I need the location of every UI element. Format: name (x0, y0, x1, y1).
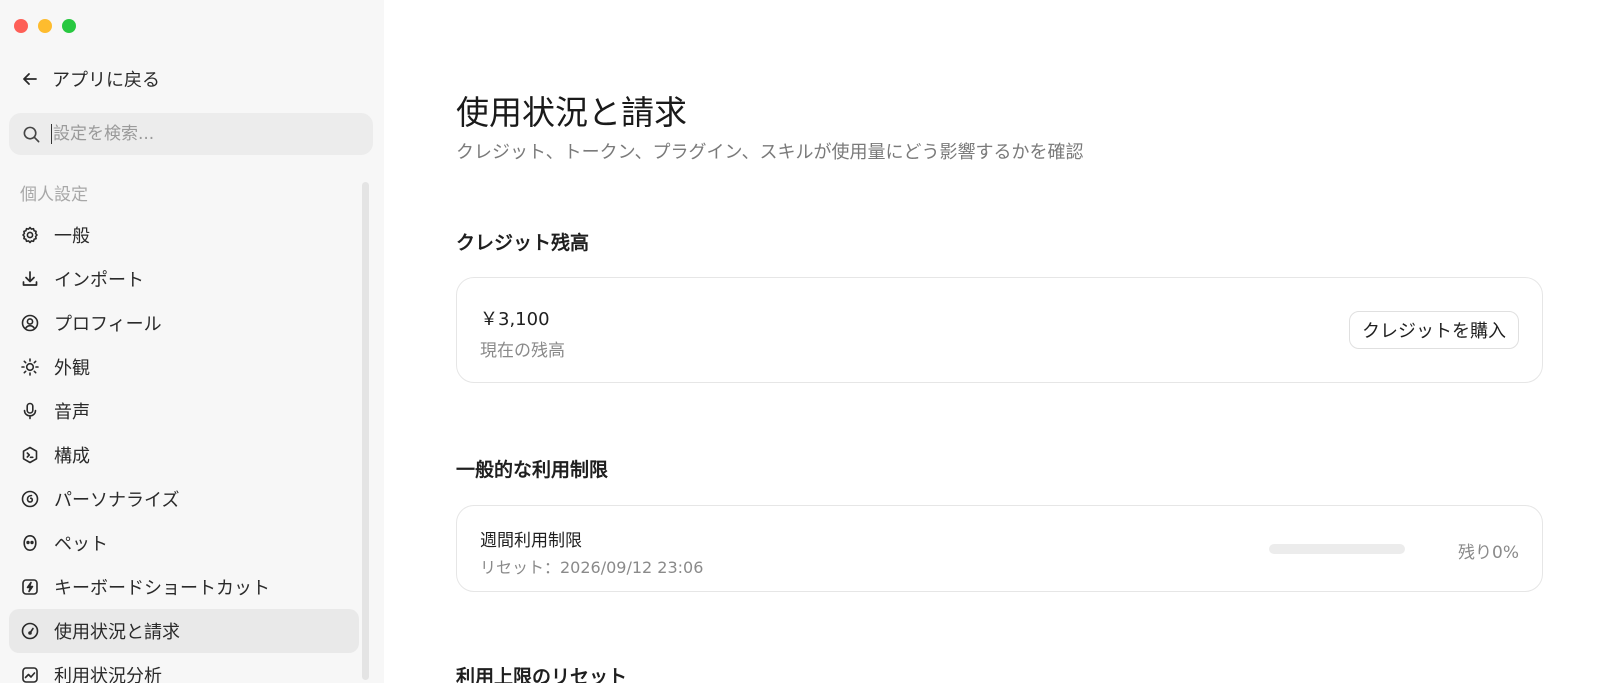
microphone-icon (23, 402, 37, 420)
sidebar-item-usage-analytics[interactable]: 利用状況分析 (9, 653, 359, 683)
minimize-window-button[interactable] (38, 19, 52, 33)
buy-credits-button[interactable]: クレジットを購入 (1349, 311, 1519, 349)
settings-sidebar: アプリに戻る 個人設定 一般 インポート プロフィール 外観 音声 構成 (0, 0, 384, 683)
gauge-icon (21, 622, 39, 640)
terminal-badge-icon (22, 446, 38, 464)
sidebar-item-label: 使用状況と請求 (54, 622, 180, 643)
sidebar-item-label: 構成 (54, 446, 90, 467)
sidebar-item-label: キーボードショートカット (54, 578, 270, 599)
settings-nav: 一般 インポート プロフィール 外観 音声 構成 パーソナライズ ペット キーボ… (9, 213, 359, 683)
weekly-limit-card: 週間利用制限 リセット：2026/09/12 23:06 残り0% (456, 505, 1543, 592)
remaining-percentage: 残り0% (1458, 543, 1519, 563)
window-controls (14, 19, 76, 33)
sidebar-item-label: 利用状況分析 (54, 666, 162, 683)
sidebar-item-label: 一般 (54, 226, 90, 247)
sidebar-item-import[interactable]: インポート (9, 257, 359, 301)
personalize-icon (21, 490, 39, 508)
sidebar-item-label: 音声 (54, 402, 90, 423)
page-subtitle: クレジット、トークン、プラグイン、スキルが使用量にどう影響するかを確認 (456, 142, 1084, 163)
sidebar-item-label: ペット (54, 534, 108, 555)
pet-icon (23, 534, 37, 552)
credit-balance-card: ￥3,100 現在の残高 クレジットを購入 (456, 277, 1543, 383)
sidebar-item-label: パーソナライズ (54, 490, 180, 511)
weekly-limit-progress-bar (1269, 544, 1405, 554)
sidebar-item-general[interactable]: 一般 (9, 213, 359, 257)
lightning-icon (22, 579, 38, 595)
sidebar-item-profile[interactable]: プロフィール (9, 301, 359, 345)
weekly-limit-reset-time: リセット：2026/09/12 23:06 (480, 558, 704, 577)
credit-amount: ￥3,100 (480, 309, 550, 330)
sidebar-scrollbar[interactable] (362, 182, 369, 680)
zoom-window-button[interactable] (62, 19, 76, 33)
search-icon (23, 126, 40, 142)
credit-balance-heading: クレジット残高 (456, 232, 590, 254)
sidebar-item-personalize[interactable]: パーソナライズ (9, 477, 359, 521)
sidebar-item-label: 外観 (54, 358, 90, 379)
sidebar-item-keyboard-shortcuts[interactable]: キーボードショートカット (9, 565, 359, 609)
sidebar-item-pet[interactable]: ペット (9, 521, 359, 565)
search-input[interactable] (51, 124, 351, 144)
sidebar-item-voice[interactable]: 音声 (9, 389, 359, 433)
download-icon (22, 271, 38, 286)
arrow-left-icon (23, 73, 37, 85)
back-to-app-label: アプリに戻る (52, 70, 160, 91)
chart-icon (22, 667, 38, 683)
credit-amount-caption: 現在の残高 (480, 341, 565, 361)
settings-search[interactable] (9, 113, 373, 155)
sun-icon (21, 358, 39, 376)
gear-icon (22, 226, 38, 244)
close-window-button[interactable] (14, 19, 28, 33)
sidebar-item-usage-billing[interactable]: 使用状況と請求 (9, 609, 359, 653)
sidebar-item-label: プロフィール (54, 314, 162, 335)
weekly-limit-title: 週間利用制限 (480, 531, 582, 551)
sidebar-item-appearance[interactable]: 外観 (9, 345, 359, 389)
personal-settings-heading: 個人設定 (20, 185, 88, 205)
user-circle-icon (21, 314, 39, 332)
page-title: 使用状況と請求 (456, 93, 687, 132)
sidebar-item-label: インポート (54, 270, 144, 291)
general-limits-heading: 一般的な利用制限 (456, 459, 609, 481)
limit-reset-heading: 利用上限のリセット (456, 666, 628, 683)
back-to-app-link[interactable]: アプリに戻る (20, 66, 160, 92)
sidebar-item-configuration[interactable]: 構成 (9, 433, 359, 477)
